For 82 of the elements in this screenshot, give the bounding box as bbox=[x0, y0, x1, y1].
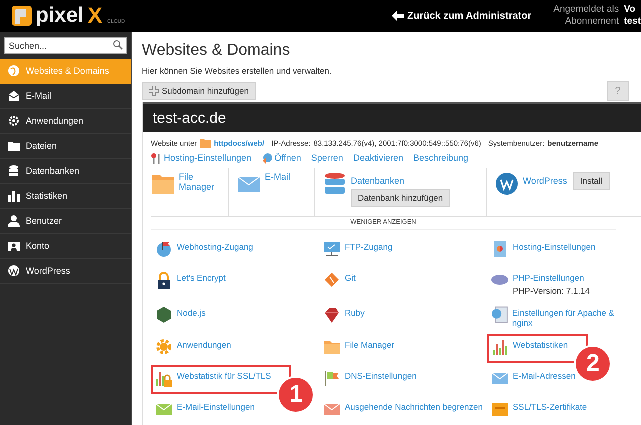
action-link[interactable]: Beschreibung bbox=[413, 153, 469, 163]
sidebar-item[interactable]: WordPress bbox=[0, 259, 131, 284]
plus-icon bbox=[149, 86, 159, 96]
account-value: Vo bbox=[624, 4, 637, 16]
domain-title: test-acc.de bbox=[143, 102, 641, 132]
gem-icon bbox=[323, 306, 341, 324]
logo-letter: X bbox=[88, 3, 103, 29]
user-icon bbox=[8, 215, 20, 227]
sidebar-item[interactable]: Anwendungen bbox=[0, 109, 131, 134]
search-field[interactable]: Suchen... bbox=[4, 37, 127, 54]
tool-link[interactable]: Ausgehende Nachrichten begrenzen bbox=[345, 402, 483, 412]
tool-link[interactable]: E-Mail-Adressen bbox=[513, 371, 576, 381]
version-note: PHP-Version: 7.1.14 bbox=[513, 286, 590, 296]
logo-icon bbox=[12, 6, 32, 26]
help-button[interactable]: ? bbox=[607, 81, 629, 101]
flag-icon bbox=[323, 369, 341, 387]
account-label: Angemeldet als bbox=[554, 4, 620, 16]
tool-link[interactable]: Git bbox=[345, 273, 356, 283]
tool-link[interactable]: Anwendungen bbox=[177, 340, 232, 350]
tool-link[interactable]: E-Mail-Einstellungen bbox=[177, 402, 255, 412]
account-value: test bbox=[624, 16, 641, 28]
folder-icon bbox=[8, 140, 20, 152]
monitor-icon bbox=[323, 240, 341, 258]
back-link[interactable]: Zurück zum Administrator bbox=[392, 10, 532, 22]
action-link[interactable]: Hosting-Einstellungen bbox=[151, 152, 252, 164]
tile-link[interactable]: WordPress bbox=[523, 176, 568, 186]
folder-icon bbox=[323, 338, 341, 356]
add-subdomain-button[interactable]: Subdomain hinzufügen bbox=[142, 82, 256, 100]
arrow-left-icon bbox=[392, 11, 404, 21]
search-icon bbox=[113, 40, 123, 50]
sidebar-item[interactable]: Konto bbox=[0, 234, 131, 259]
logo-text: pixel bbox=[36, 4, 84, 28]
database-icon bbox=[323, 172, 347, 196]
tool-link[interactable]: FTP-Zugang bbox=[345, 242, 393, 252]
tool-link[interactable]: DNS-Einstellungen bbox=[345, 371, 417, 381]
tool-link[interactable]: Let's Encrypt bbox=[177, 273, 226, 283]
account-label: Abonnement bbox=[564, 16, 620, 28]
bar-chart-icon bbox=[491, 338, 509, 356]
padlock-icon bbox=[155, 271, 173, 289]
sidebar-item[interactable]: E-Mail bbox=[0, 84, 131, 109]
tool-link[interactable]: Hosting-Einstellungen bbox=[513, 242, 596, 252]
tile-link[interactable]: Datenbanken bbox=[351, 176, 405, 186]
annotation-badge: 1 bbox=[277, 376, 316, 414]
tool-link[interactable]: Node.js bbox=[177, 308, 206, 318]
tool-link[interactable]: Einstellungen für Apache & nginx bbox=[512, 308, 633, 328]
tool-link[interactable]: SSL/TLS-Zertifikate bbox=[513, 402, 588, 412]
tool-link[interactable]: Webstatistik für SSL/TLS bbox=[177, 371, 272, 381]
sidebar-item[interactable]: Websites & Domains bbox=[0, 59, 131, 84]
sidebar-item[interactable]: Datenbanken bbox=[0, 159, 131, 184]
annotation-badge: 2 bbox=[574, 345, 612, 383]
action-link[interactable]: Öffnen bbox=[262, 152, 302, 164]
document-icon bbox=[491, 240, 509, 258]
tile-button[interactable]: Install bbox=[573, 172, 610, 190]
action-link[interactable]: Sperren bbox=[311, 153, 344, 163]
tool-link[interactable]: Webstatistiken bbox=[513, 340, 568, 350]
tool-link[interactable]: PHP-Einstellungen bbox=[513, 273, 584, 283]
tool-link[interactable]: Ruby bbox=[345, 308, 365, 318]
tile-link[interactable]: E-Mail bbox=[265, 172, 305, 182]
tool-link[interactable]: File Manager bbox=[345, 340, 395, 350]
sidebar-item[interactable]: Benutzer bbox=[0, 209, 131, 234]
bar-chart-icon bbox=[8, 190, 20, 202]
folder-icon bbox=[200, 138, 212, 148]
id-card-icon bbox=[8, 240, 20, 252]
wordpress-icon bbox=[8, 265, 20, 277]
tool-link[interactable]: Webhosting-Zugang bbox=[177, 242, 254, 252]
tile-link[interactable]: File Manager bbox=[179, 172, 219, 192]
page-subtitle: Hier können Sie Websites erstellen und verwalten. bbox=[142, 66, 333, 76]
sidebar-item[interactable]: Dateien bbox=[0, 134, 131, 159]
action-link[interactable]: Deaktivieren bbox=[353, 153, 404, 163]
database-icon bbox=[8, 165, 20, 177]
bar-chart-lock-icon bbox=[155, 369, 173, 387]
sidebar-item[interactable]: Statistiken bbox=[0, 184, 131, 209]
gear-icon bbox=[8, 115, 20, 127]
envelope-icon bbox=[8, 90, 20, 102]
certificate-icon bbox=[491, 400, 509, 418]
gear-icon bbox=[155, 338, 173, 356]
wordpress-icon bbox=[495, 172, 519, 196]
hexagon-icon bbox=[155, 306, 173, 324]
tile-button[interactable]: Datenbank hinzufügen bbox=[351, 189, 450, 207]
folder-icon bbox=[151, 172, 175, 196]
globe-flag-icon bbox=[155, 240, 173, 258]
page-title: Websites & Domains bbox=[142, 42, 292, 61]
